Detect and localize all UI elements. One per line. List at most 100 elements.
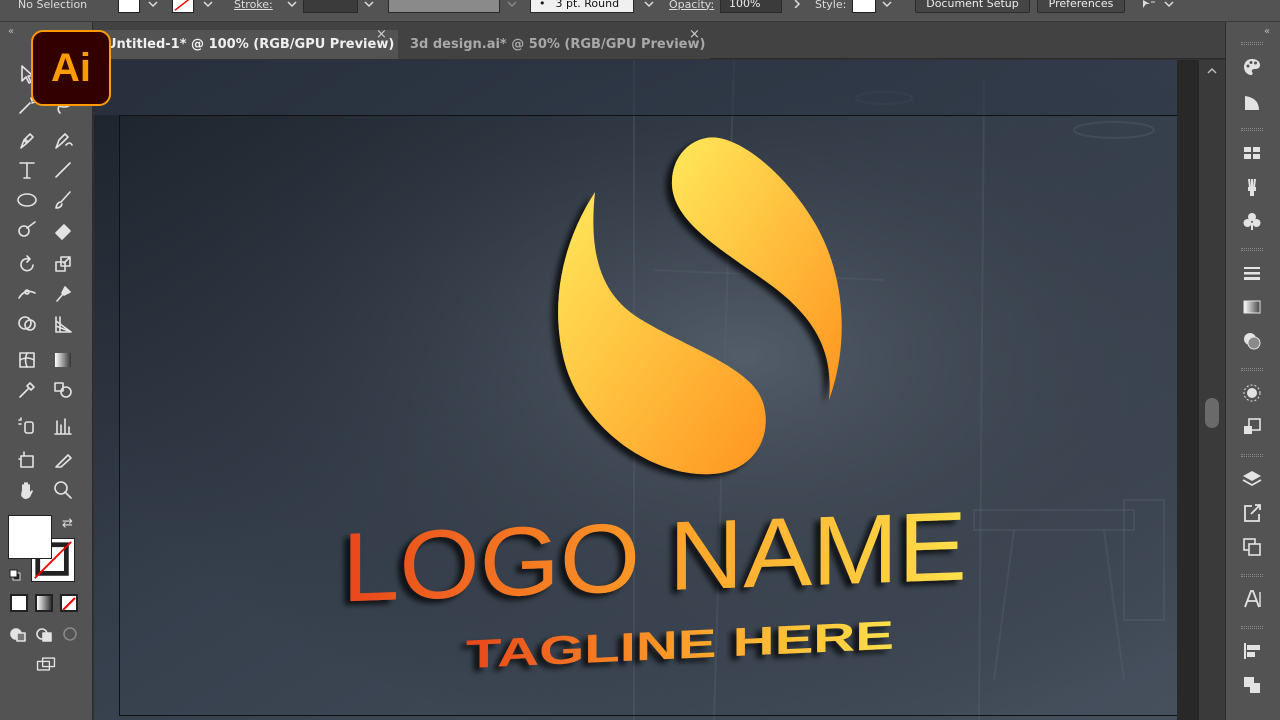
panel-dock: «	[1225, 22, 1280, 720]
artboards-panel-icon[interactable]	[1239, 534, 1265, 560]
artboard-tool-icon[interactable]	[12, 446, 42, 474]
brush-dot-icon: •	[539, 0, 546, 10]
eraser-tool-icon[interactable]	[48, 216, 78, 244]
arrange-documents-icon[interactable]	[1136, 0, 1162, 12]
color-guide-icon[interactable]	[1239, 90, 1265, 116]
gradient-panel-icon[interactable]	[1239, 294, 1265, 320]
mesh-tool-icon[interactable]	[12, 346, 42, 374]
dock-grip[interactable]	[1241, 42, 1263, 45]
brush-definition-field[interactable]: • 3 pt. Round	[530, 0, 634, 13]
style-label: Style:	[815, 0, 847, 11]
style-swatch[interactable]	[852, 0, 876, 13]
column-graph-tool-icon[interactable]	[48, 412, 78, 440]
stroke-weight-chevron-icon[interactable]	[283, 0, 301, 12]
canvas-area[interactable]: LOGO NAME TAGLINE HERE	[94, 60, 1199, 720]
tools-panel: « ⇄	[0, 22, 93, 720]
stroke-label[interactable]: Stroke:	[234, 0, 273, 14]
preferences-button[interactable]: Preferences	[1037, 0, 1125, 13]
draw-behind-icon[interactable]	[32, 620, 56, 648]
hand-tool-icon[interactable]	[12, 476, 42, 504]
fill-swatch[interactable]	[118, 0, 140, 13]
arrange-dropdown-chevron-icon[interactable]	[1160, 0, 1178, 12]
transparency-panel-icon[interactable]	[1239, 328, 1265, 354]
opacity-arrow-icon[interactable]	[788, 0, 806, 12]
dock-grip-4[interactable]	[1241, 368, 1263, 371]
export-panel-icon[interactable]	[1239, 500, 1265, 526]
graphic-styles-panel-icon[interactable]	[1239, 414, 1265, 440]
swap-fill-stroke-icon[interactable]: ⇄	[62, 516, 73, 531]
eyedropper-tool-icon[interactable]	[12, 376, 42, 404]
tab-3d-design-label: 3d design.ai* @ 50% (RGB/GPU Preview)	[410, 37, 706, 52]
line-segment-tool-icon[interactable]	[48, 156, 78, 184]
dock-grip-5[interactable]	[1241, 454, 1263, 457]
opacity-label[interactable]: Opacity:	[669, 0, 714, 14]
change-screen-mode-icon[interactable]	[30, 650, 62, 678]
dock-grip-7[interactable]	[1241, 626, 1263, 629]
fill-color-box[interactable]	[8, 515, 52, 559]
character-panel-icon[interactable]	[1239, 586, 1265, 612]
shape-builder-tool-icon[interactable]	[12, 310, 42, 338]
control-bar: No Selection Stroke: • 3 pt. Round Opaci…	[0, 0, 1280, 22]
brush-profile-label: 3 pt. Round	[555, 0, 620, 10]
tab-untitled-1[interactable]: Untitled-1* @ 100% (RGB/GPU Preview)	[94, 30, 398, 59]
type-tool-icon[interactable]	[12, 156, 42, 184]
width-tool-icon[interactable]	[12, 280, 42, 308]
dock-grip-2[interactable]	[1241, 128, 1263, 131]
opacity-field[interactable]: 100%	[720, 0, 782, 13]
selection-status: No Selection	[18, 0, 88, 11]
layers-panel-icon[interactable]	[1239, 466, 1265, 492]
curvature-tool-icon[interactable]	[48, 126, 78, 154]
shaper-tool-icon[interactable]	[12, 216, 42, 244]
variable-width-profile[interactable]	[388, 0, 500, 13]
scale-tool-icon[interactable]	[48, 250, 78, 278]
draw-normal-icon[interactable]	[6, 620, 30, 648]
collapse-tools-icon[interactable]: «	[8, 26, 14, 37]
document-setup-button[interactable]: Document Setup	[915, 0, 1030, 13]
collapse-dock-icon[interactable]: «	[1264, 26, 1270, 37]
slice-tool-icon[interactable]	[48, 446, 78, 474]
tab-3d-design-close-icon[interactable]: ×	[689, 27, 700, 42]
swatches-panel-icon[interactable]	[1239, 140, 1265, 166]
symbol-sprayer-tool-icon[interactable]	[12, 412, 42, 440]
scroll-up-arrow-icon[interactable]	[1206, 65, 1218, 77]
color-panel-icon[interactable]	[1239, 54, 1265, 80]
none-mode-icon[interactable]	[60, 594, 78, 612]
gradient-tool-icon[interactable]	[48, 346, 78, 374]
default-fill-stroke-icon[interactable]	[9, 566, 21, 581]
symbols-panel-icon[interactable]	[1239, 208, 1265, 234]
paintbrush-tool-icon[interactable]	[48, 186, 78, 214]
color-mode-icon[interactable]	[10, 594, 28, 612]
fill-dropdown-chevron-icon[interactable]	[144, 0, 162, 12]
brush-dropdown-chevron-icon[interactable]	[640, 0, 658, 12]
variable-width-dropdown-icon[interactable]	[503, 0, 521, 12]
stroke-weight-dropdown-icon[interactable]	[360, 0, 378, 12]
stroke-weight-field[interactable]	[303, 0, 358, 13]
appearance-panel-icon[interactable]	[1239, 380, 1265, 406]
stroke-dropdown-chevron-icon[interactable]	[199, 0, 217, 12]
artwork-mockup[interactable]: LOGO NAME TAGLINE HERE	[94, 60, 1177, 720]
perspective-grid-tool-icon[interactable]	[48, 310, 78, 338]
dock-grip-6[interactable]	[1241, 574, 1263, 577]
vertical-scrollbar[interactable]	[1199, 60, 1225, 720]
stroke-panel-icon[interactable]	[1239, 260, 1265, 286]
dock-grip-3[interactable]	[1241, 248, 1263, 251]
ellipse-tool-icon[interactable]	[12, 186, 42, 214]
stroke-swatch[interactable]	[172, 0, 194, 13]
style-dropdown-chevron-icon[interactable]	[878, 0, 896, 12]
pathfinder-panel-icon[interactable]	[1239, 672, 1265, 698]
align-panel-icon[interactable]	[1239, 638, 1265, 664]
scrollbar-thumb[interactable]	[1205, 398, 1219, 428]
zoom-tool-icon[interactable]	[48, 476, 78, 504]
draw-inside-icon[interactable]	[58, 620, 82, 648]
blend-tool-icon[interactable]	[48, 376, 78, 404]
brushes-panel-icon[interactable]	[1239, 174, 1265, 200]
gradient-mode-icon[interactable]	[35, 594, 53, 612]
rotate-tool-icon[interactable]	[12, 250, 42, 278]
illustrator-logo: Ai	[31, 30, 111, 106]
puppet-warp-tool-icon[interactable]	[48, 280, 78, 308]
tab-3d-design[interactable]: 3d design.ai* @ 50% (RGB/GPU Preview)	[398, 30, 710, 59]
tab-untitled-1-close-icon[interactable]: ×	[376, 27, 387, 42]
pen-tool-icon[interactable]	[12, 126, 42, 154]
document-tab-bar: Untitled-1* @ 100% (RGB/GPU Preview) × 3…	[0, 22, 1225, 59]
tab-untitled-1-label: Untitled-1* @ 100% (RGB/GPU Preview)	[106, 37, 395, 52]
